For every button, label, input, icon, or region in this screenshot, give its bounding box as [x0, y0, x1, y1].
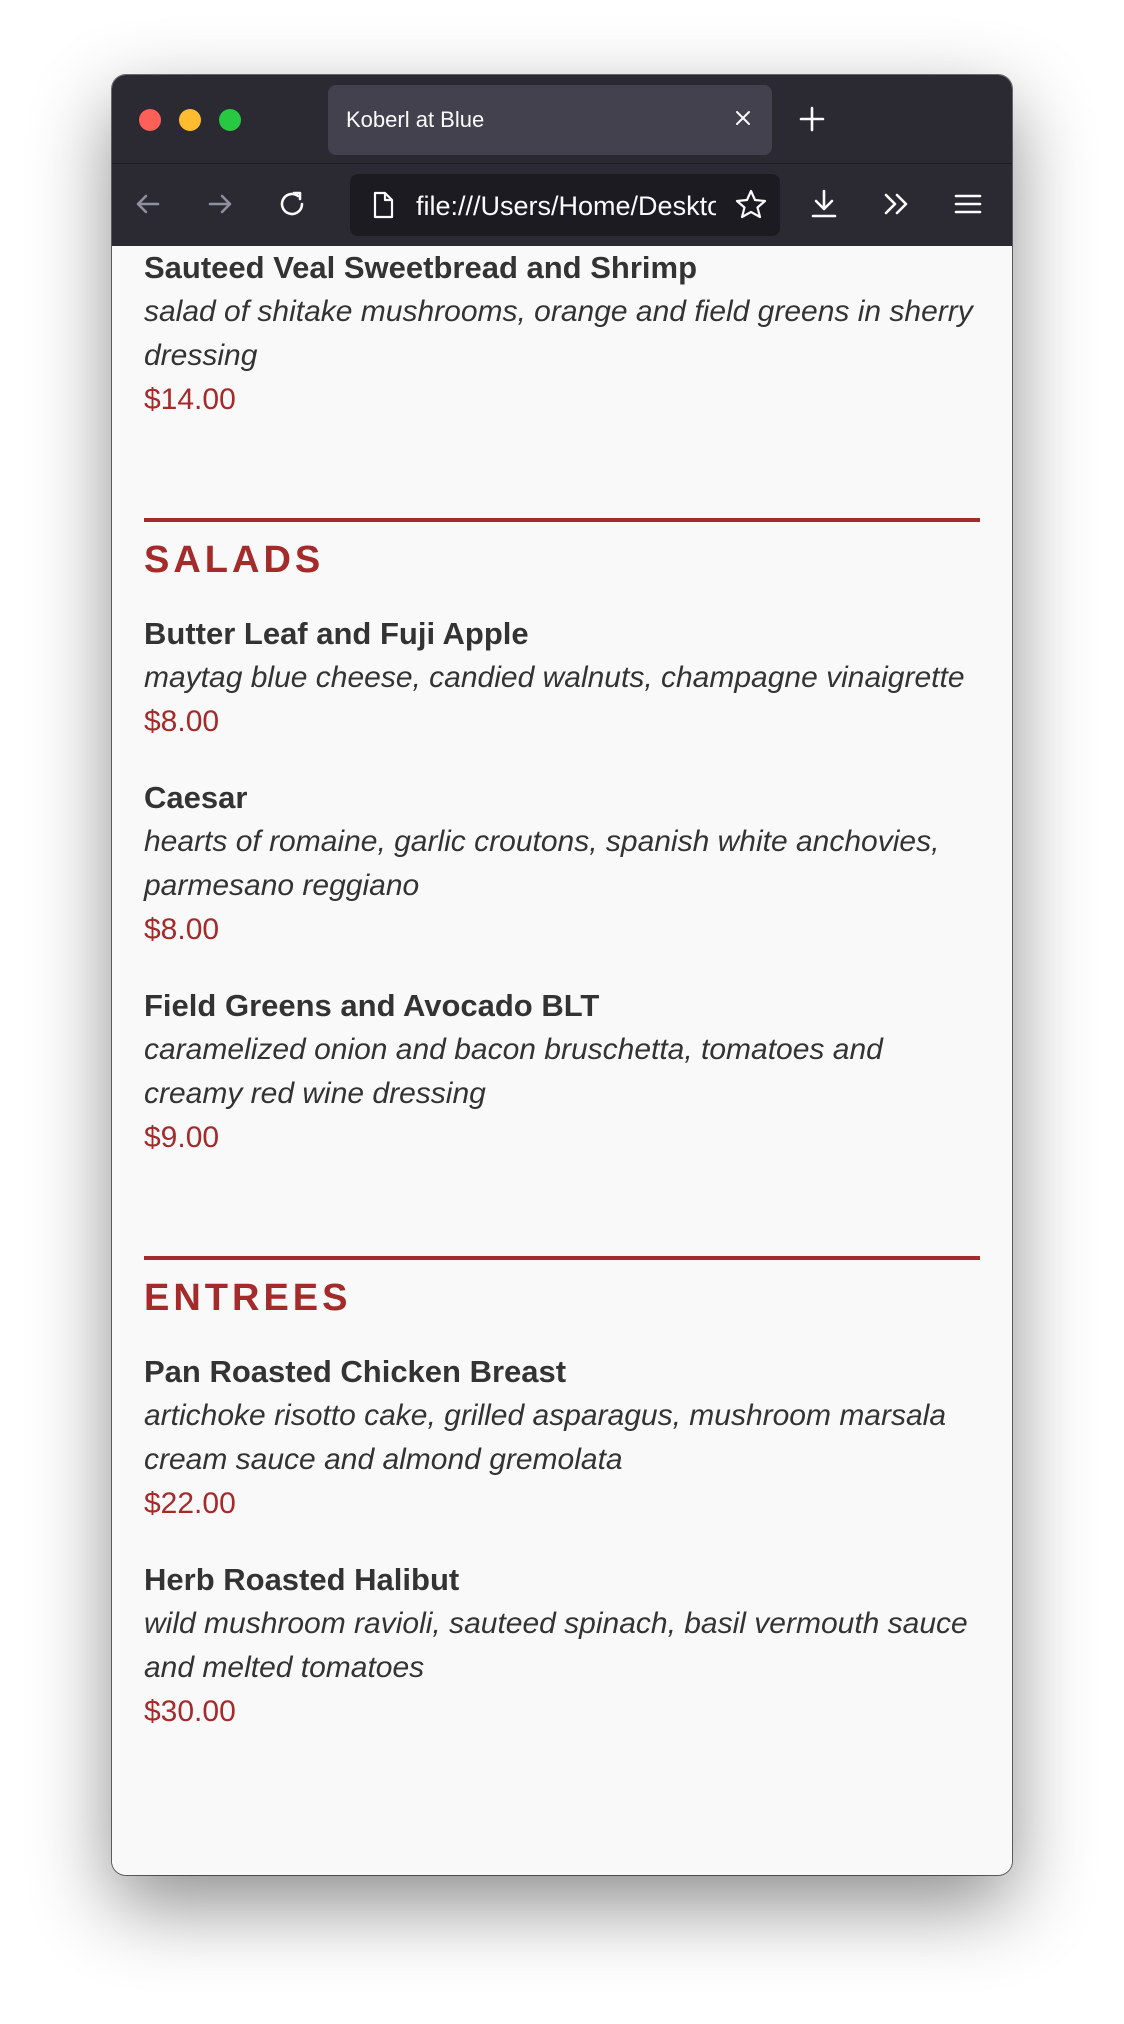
item-name: Sauteed Veal Sweetbread and Shrimp	[144, 250, 698, 285]
section-title: SALADS	[144, 539, 325, 581]
close-icon[interactable]	[728, 103, 758, 133]
section-divider	[144, 1256, 980, 1260]
menu-item: Sauteed Veal Sweetbread and Shrimp salad…	[144, 246, 980, 422]
item-price: $8.00	[144, 913, 220, 946]
download-icon[interactable]	[804, 184, 844, 224]
overflow-chevrons-icon[interactable]	[876, 184, 916, 224]
item-description: wild mushroom ravioli, sauteed spinach, …	[144, 1607, 968, 1684]
menu-item: Pan Roasted Chicken Breast artichoke ris…	[144, 1350, 980, 1526]
page-content[interactable]: Sauteed Veal Sweetbread and Shrimp salad…	[112, 246, 1012, 1875]
url-text[interactable]: file:///Users/Home/Desktop/menu.html	[416, 191, 716, 222]
forward-arrow-icon[interactable]	[200, 184, 240, 224]
item-description: salad of shitake mushrooms, orange and f…	[144, 295, 973, 372]
hamburger-menu-icon[interactable]	[948, 184, 988, 224]
item-price: $14.00	[144, 383, 236, 416]
zoom-window-button[interactable]	[219, 109, 241, 131]
menu: Sauteed Veal Sweetbread and Shrimp salad…	[144, 246, 980, 1766]
plus-icon[interactable]	[792, 99, 832, 139]
minimize-window-button[interactable]	[179, 109, 201, 131]
section-title: ENTREES	[144, 1277, 352, 1319]
item-price: $8.00	[144, 705, 220, 738]
section-entrees: ENTREES Pan Roasted Chicken Breast artic…	[144, 1256, 980, 1734]
menu-item: Butter Leaf and Fuji Apple maytag blue c…	[144, 612, 980, 744]
menu-item: Field Greens and Avocado BLT caramelized…	[144, 984, 980, 1160]
bookmark-star-icon[interactable]	[732, 186, 770, 224]
close-window-button[interactable]	[139, 109, 161, 131]
reload-icon[interactable]	[272, 184, 312, 224]
back-arrow-icon[interactable]	[128, 184, 168, 224]
item-price: $22.00	[144, 1487, 236, 1520]
menu-item: Caesar hearts of romaine, garlic crouton…	[144, 776, 980, 952]
item-description: hearts of romaine, garlic croutons, span…	[144, 825, 940, 902]
item-name: Field Greens and Avocado BLT	[144, 988, 600, 1023]
item-description: artichoke risotto cake, grilled asparagu…	[144, 1399, 947, 1476]
item-name: Pan Roasted Chicken Breast	[144, 1354, 567, 1389]
tab-strip: Koberl at Blue	[112, 75, 1012, 163]
tab-title: Koberl at Blue	[346, 107, 485, 132]
item-description: caramelized onion and bacon bruschetta, …	[144, 1033, 883, 1110]
url-bar[interactable]: file:///Users/Home/Desktop/menu.html	[350, 174, 780, 236]
section-salads: SALADS Butter Leaf and Fuji Apple maytag…	[144, 518, 980, 1160]
item-name: Herb Roasted Halibut	[144, 1562, 460, 1597]
item-name: Caesar	[144, 780, 248, 815]
tab-active[interactable]: Koberl at Blue	[328, 85, 772, 155]
menu-item: Herb Roasted Halibut wild mushroom ravio…	[144, 1558, 980, 1734]
item-price: $30.00	[144, 1695, 236, 1728]
browser-window: Koberl at Blue file:///Users/Home/Deskto…	[112, 75, 1012, 1875]
page-icon	[373, 191, 394, 219]
item-description: maytag blue cheese, candied walnuts, cha…	[144, 661, 965, 694]
navigation-toolbar: file:///Users/Home/Desktop/menu.html	[112, 163, 1012, 246]
item-price: $9.00	[144, 1121, 220, 1154]
item-name: Butter Leaf and Fuji Apple	[144, 616, 529, 651]
section-divider	[144, 518, 980, 522]
